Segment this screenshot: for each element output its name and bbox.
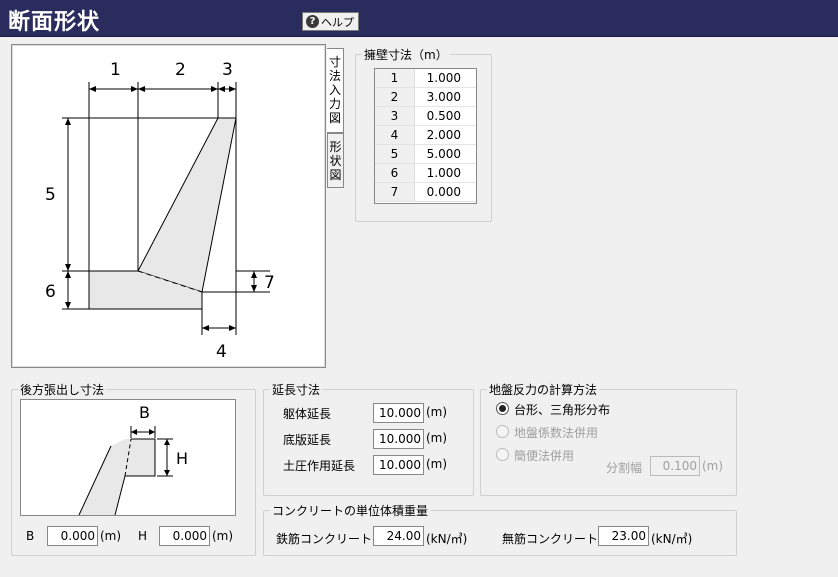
row-number: 4 xyxy=(375,126,415,144)
rear-b-tag: B xyxy=(139,403,150,422)
plain-concrete-input[interactable]: 23.00 xyxy=(598,526,649,546)
wall-dims-title: 擁壁寸法（m） xyxy=(364,48,448,62)
table-row: 7 0.000 xyxy=(375,183,476,202)
tab-dimension-diagram[interactable]: 寸法入力図 xyxy=(327,48,344,133)
body-length-label: 躯体延長 xyxy=(283,407,332,421)
division-width-label: 分割幅 xyxy=(606,461,643,475)
dim-label-7: 7 xyxy=(264,273,275,293)
body-length-input[interactable]: 10.000 xyxy=(373,403,424,423)
rear-h-tag: H xyxy=(176,449,188,468)
wall-dims-table: 1 1.000 2 3.000 3 0.500 4 2.000 5 5.000 6 1.00… xyxy=(374,68,477,204)
rear-wall-shape xyxy=(79,439,155,515)
dim-value-cell[interactable]: 2.000 xyxy=(415,126,476,144)
table-row: 6 1.000 xyxy=(375,164,476,183)
dim-label-4: 4 xyxy=(216,342,227,362)
radio-subgrade-label: 地盤係数法併用 xyxy=(514,426,599,440)
plain-concrete-label: 無筋コンクリート xyxy=(502,532,599,546)
dim-label-1: 1 xyxy=(110,60,121,80)
rc-concrete-unit: (kN/㎥) xyxy=(426,532,468,546)
earth-length-label: 土圧作用延長 xyxy=(283,459,356,473)
dim-label-3: 3 xyxy=(222,60,233,80)
row-number: 6 xyxy=(375,164,415,182)
base-length-unit: (m) xyxy=(426,431,448,445)
help-label: ヘルプ xyxy=(321,15,354,29)
radio-simplified-label: 簡便法併用 xyxy=(514,449,575,463)
soil-title: 地盤反力の計算方法 xyxy=(489,383,598,397)
retaining-wall-drawing: 1 2 3 5 6 7 4 xyxy=(45,60,275,362)
rear-b-label: B xyxy=(26,529,35,543)
radio-simplified[interactable] xyxy=(496,448,509,461)
radio-trapezoid[interactable] xyxy=(496,402,509,415)
table-row: 3 0.500 xyxy=(375,107,476,126)
help-button[interactable]: ? ヘルプ xyxy=(302,12,359,31)
page-title: 断面形状 xyxy=(8,10,101,35)
dim-label-6: 6 xyxy=(45,282,56,302)
question-circle-icon: ? xyxy=(306,15,319,28)
table-row: 5 5.000 xyxy=(375,145,476,164)
rear-b-unit: (m) xyxy=(100,529,122,543)
rear-h-input[interactable]: 0.000 xyxy=(159,526,210,546)
rear-h-label: H xyxy=(138,529,148,543)
earth-length-unit: (m) xyxy=(426,457,448,471)
table-row: 1 1.000 xyxy=(375,69,476,88)
title-bar xyxy=(0,0,838,37)
dim-value-cell[interactable]: 0.500 xyxy=(415,107,476,125)
rc-concrete-input[interactable]: 24.00 xyxy=(373,526,424,546)
wall-stem-shape xyxy=(137,117,237,293)
base-length-label: 底版延長 xyxy=(283,433,332,447)
radio-trapezoid-label: 台形、三角形分布 xyxy=(514,403,611,417)
dim-label-2: 2 xyxy=(175,60,186,80)
tab-dims-label: 寸法入力図 xyxy=(328,55,341,125)
section-diagram: 1 2 3 5 6 7 4 xyxy=(11,44,326,368)
rc-concrete-label: 鉄筋コンクリート xyxy=(276,532,373,546)
row-number: 5 xyxy=(375,145,415,163)
ext-len-title: 延長寸法 xyxy=(272,383,321,397)
rear-ext-title: 後方張出し寸法 xyxy=(20,383,105,397)
rear-b-input[interactable]: 0.000 xyxy=(47,526,98,546)
dim-value-cell[interactable]: 1.000 xyxy=(415,164,476,182)
row-number: 2 xyxy=(375,88,415,106)
plain-concrete-unit: (kN/㎥) xyxy=(651,532,693,546)
row-number: 7 xyxy=(375,183,415,201)
rear-extension-diagram: B H xyxy=(20,399,236,516)
body-length-unit: (m) xyxy=(426,405,448,419)
row-number: 1 xyxy=(375,69,415,87)
row-number: 3 xyxy=(375,107,415,125)
rear-h-unit: (m) xyxy=(212,529,234,543)
base-length-input[interactable]: 10.000 xyxy=(373,429,424,449)
earth-length-input[interactable]: 10.000 xyxy=(373,455,424,475)
radio-subgrade[interactable] xyxy=(496,425,509,438)
tab-shape-diagram[interactable]: 形状図 xyxy=(327,133,344,188)
division-width-input[interactable]: 0.100 xyxy=(650,456,700,476)
dim-value-cell[interactable]: 1.000 xyxy=(415,69,476,87)
concrete-weight-group: コンクリートの単位体積重量 xyxy=(263,502,737,556)
table-row: 2 3.000 xyxy=(375,88,476,107)
dim-value-cell[interactable]: 0.000 xyxy=(415,183,476,201)
dim-value-cell[interactable]: 5.000 xyxy=(415,145,476,163)
dim-value-cell[interactable]: 3.000 xyxy=(415,88,476,106)
dim-label-5: 5 xyxy=(45,185,56,205)
conc-title: コンクリートの単位体積重量 xyxy=(272,504,429,518)
division-width-unit: (m) xyxy=(702,459,724,473)
table-row: 4 2.000 xyxy=(375,126,476,145)
tab-shape-label: 形状図 xyxy=(329,140,342,182)
